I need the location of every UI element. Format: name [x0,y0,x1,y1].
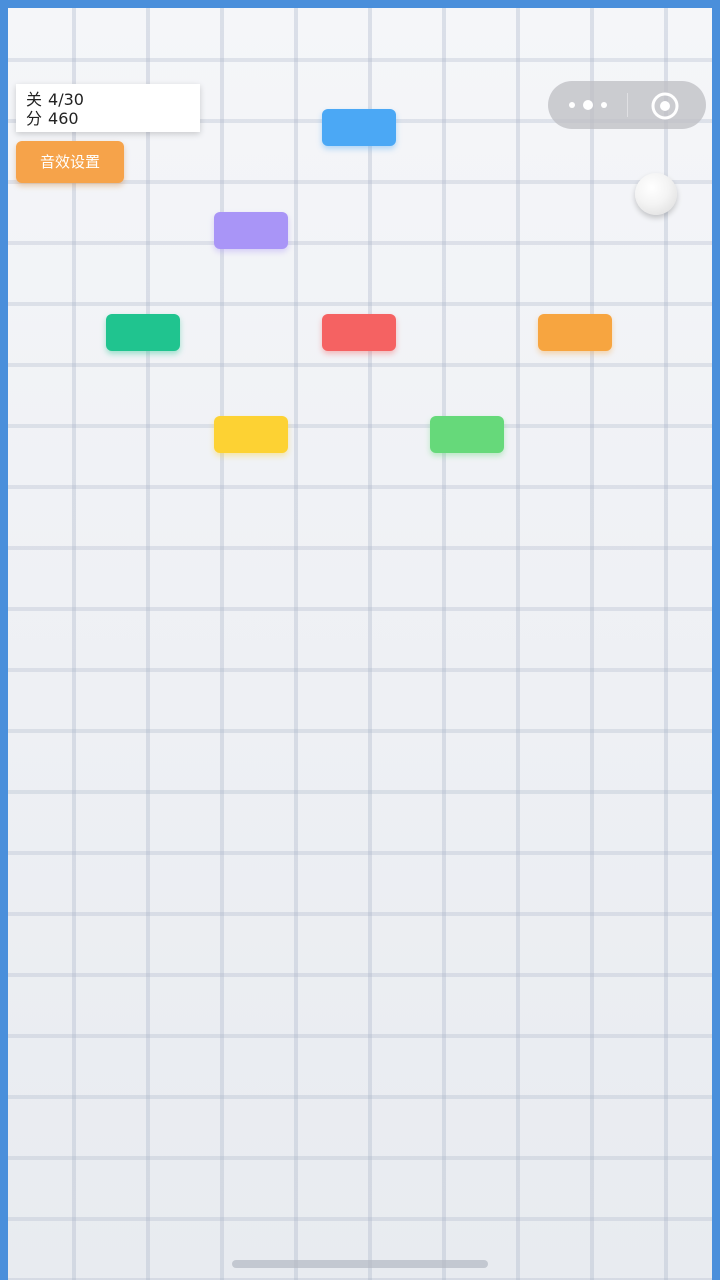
level-row: 关 4/30 [26,90,200,109]
block-orange[interactable] [538,314,612,351]
capsule-divider [627,93,628,117]
block-green[interactable] [430,416,504,453]
score-label: 分 [26,109,43,128]
block-purple[interactable] [214,212,288,249]
home-indicator[interactable] [232,1260,488,1268]
game-screen: 关 4/30 分 460 音效设置 [0,0,720,1280]
level-label: 关 [26,90,43,109]
sound-settings-button[interactable]: 音效设置 [16,141,124,183]
target-circle-icon[interactable] [650,91,680,121]
level-value: 4/30 [48,90,84,109]
score-value: 460 [48,109,79,128]
block-blue[interactable] [322,109,396,146]
score-panel: 关 4/30 分 460 [16,84,200,132]
block-teal[interactable] [106,314,180,351]
more-dots-icon[interactable] [566,97,610,113]
miniprogram-capsule [548,81,706,129]
block-red[interactable] [322,314,396,351]
block-yellow[interactable] [214,416,288,453]
ball [635,173,677,215]
score-row: 分 460 [26,109,200,128]
